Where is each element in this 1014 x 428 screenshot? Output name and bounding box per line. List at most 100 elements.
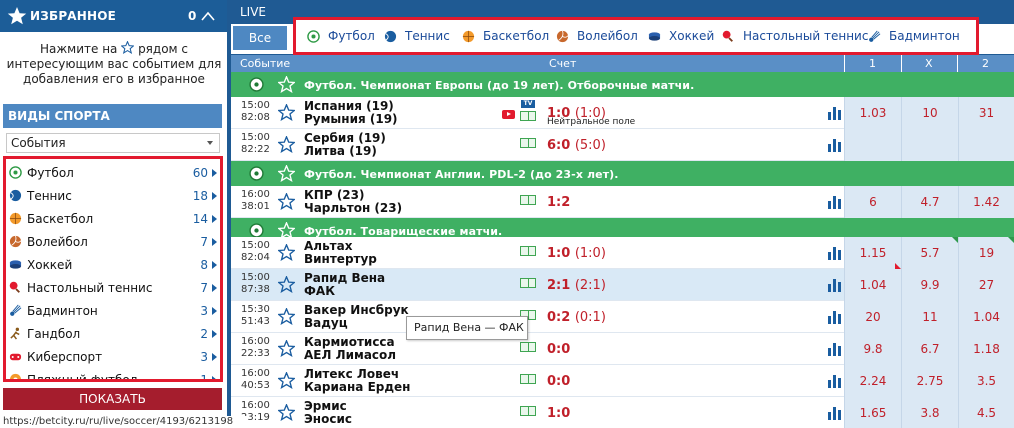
start-time: 16:00 (241, 368, 270, 379)
teams[interactable]: Альтах Винтертур (304, 240, 377, 266)
odd-home[interactable]: 6 (844, 186, 901, 218)
odd-away[interactable]: 31 (958, 97, 1014, 129)
match-time: 15:00 87:38 (241, 272, 270, 296)
all-sports-button[interactable]: Все (233, 26, 287, 50)
teams[interactable]: Кармиотисса АЕЛ Лимасол (304, 336, 396, 362)
odd-draw[interactable] (901, 129, 958, 161)
table-row[interactable]: 15:00 87:38 Рапид Вена ФАК 2:1 (2:1) 1.04 … (231, 269, 1014, 301)
table-row[interactable]: 15:00 82:08 Испания (19) Румыния (19) TV 1… (231, 97, 1014, 129)
table-row[interactable]: 16:00 38:01 КПР (23) Чарльтон (23) 1:2 6 4… (231, 186, 1014, 218)
table-row[interactable]: 15:00 82:04 Альтах Винтертур 1:0 (1:0) 1.1… (231, 237, 1014, 269)
chevron-up-icon[interactable] (200, 9, 216, 23)
star-outline-icon[interactable] (278, 372, 295, 389)
stats-icon[interactable] (827, 405, 842, 420)
stats-icon[interactable] (827, 309, 842, 324)
tv-icon[interactable]: TV (521, 100, 535, 108)
stats-icon[interactable] (827, 137, 842, 152)
sport-item-beach-soccer[interactable]: Пляжный футбол 1 (6, 368, 220, 379)
stats-icon[interactable] (827, 105, 842, 120)
odd-home[interactable] (844, 129, 901, 161)
star-outline-icon[interactable] (278, 136, 295, 153)
odd-away[interactable] (958, 129, 1014, 161)
teams[interactable]: Литекс Ловеч Кариана Ерден (304, 368, 410, 394)
field-icon[interactable] (520, 374, 536, 384)
stats-icon[interactable] (827, 373, 842, 388)
odd-home[interactable]: 1.65 (844, 397, 901, 428)
table-row[interactable]: 15:30 51:43 Вакер Инсбрук Вадуц 0:2 (0:1) … (231, 301, 1014, 333)
chevron-right-icon (212, 376, 217, 379)
odd-home[interactable]: 1.04 (844, 269, 901, 301)
odd-away[interactable]: 1.04 (958, 301, 1014, 333)
stats-icon[interactable] (827, 341, 842, 356)
tab-label: Теннис (405, 29, 450, 43)
sport-item-volleyball[interactable]: Волейбол 7 (6, 230, 220, 253)
sport-item-basketball[interactable]: Баскетбол 14 (6, 207, 220, 230)
star-outline-icon[interactable] (278, 76, 295, 93)
odd-draw[interactable]: 2.75 (901, 365, 958, 397)
sport-item-esports[interactable]: Киберспорт 3 (6, 345, 220, 368)
teams[interactable]: Эрмис Эносис (304, 400, 352, 426)
teams[interactable]: Рапид Вена ФАК (304, 272, 385, 298)
odd-draw[interactable]: 3.8 (901, 397, 958, 428)
team-tooltip: Рапид Вена — ФАК (406, 316, 528, 340)
league-header[interactable]: Футбол. Чемпионат Англии. PDL-2 (до 23-х… (231, 161, 1014, 186)
star-outline-icon[interactable] (278, 340, 295, 357)
video-icon[interactable] (502, 110, 515, 119)
odd-draw[interactable]: 5.7 (901, 237, 958, 269)
favorites-header[interactable]: ИЗБРАННОЕ 0 (0, 0, 228, 32)
badminton-icon (10, 304, 22, 316)
star-outline-icon[interactable] (278, 404, 295, 421)
table-row[interactable]: 16:00 40:53 Литекс Ловеч Кариана Ерден 0:0… (231, 365, 1014, 397)
field-icon[interactable] (520, 195, 536, 205)
odd-home[interactable]: 1.03 (844, 97, 901, 129)
star-outline-icon[interactable] (278, 308, 295, 325)
field-icon[interactable] (520, 111, 536, 121)
odd-away[interactable]: 19 (958, 237, 1014, 269)
sport-item-tennis[interactable]: Теннис 18 (6, 184, 220, 207)
teams[interactable]: Сербия (19) Литва (19) (304, 132, 386, 158)
field-icon[interactable] (520, 406, 536, 416)
odd-away[interactable]: 3.5 (958, 365, 1014, 397)
events-select[interactable]: События (6, 133, 220, 153)
elapsed-time: 82:22 (241, 144, 270, 155)
star-outline-icon[interactable] (278, 165, 295, 182)
teams[interactable]: Испания (19) Румыния (19) (304, 100, 398, 126)
odd-draw[interactable]: 10 (901, 97, 958, 129)
teams[interactable]: КПР (23) Чарльтон (23) (304, 189, 402, 215)
odd-home[interactable]: 20 (844, 301, 901, 333)
table-row[interactable]: 16:00 22:33 Кармиотисса АЕЛ Лимасол 0:0 9.… (231, 333, 1014, 365)
sport-item-table-tennis[interactable]: Настольный теннис 7 (6, 276, 220, 299)
star-outline-icon[interactable] (278, 193, 295, 210)
odd-away[interactable]: 4.5 (958, 397, 1014, 428)
odd-home[interactable]: 1.15 (844, 237, 901, 269)
sport-item-hockey[interactable]: Хоккей 8 (6, 253, 220, 276)
table-row[interactable]: 16:00 23:19 Эрмис Эносис 1:0 1.65 3.8 4.5 (231, 397, 1014, 428)
odd-away[interactable]: 27 (958, 269, 1014, 301)
stats-icon[interactable] (827, 277, 842, 292)
show-button[interactable]: ПОКАЗАТЬ (3, 388, 222, 410)
field-icon[interactable] (520, 278, 536, 288)
odd-draw[interactable]: 4.7 (901, 186, 958, 218)
odd-away[interactable]: 1.18 (958, 333, 1014, 365)
odd-home[interactable]: 2.24 (844, 365, 901, 397)
table-row[interactable]: 15:00 82:22 Сербия (19) Литва (19) 6:0 (5:… (231, 129, 1014, 161)
odd-home[interactable]: 9.8 (844, 333, 901, 365)
sport-item-handball[interactable]: Гандбол 2 (6, 322, 220, 345)
stats-icon[interactable] (827, 194, 842, 209)
odd-draw[interactable]: 9.9 (901, 269, 958, 301)
status-bar-url: https://betcity.ru/ru/live/soccer/4193/6… (0, 416, 248, 428)
stats-icon[interactable] (827, 245, 842, 260)
odd-draw[interactable]: 11 (901, 301, 958, 333)
league-header[interactable]: Футбол. Чемпионат Европы (до 19 лет). От… (231, 72, 1014, 97)
star-outline-icon[interactable] (278, 276, 295, 293)
odd-draw[interactable]: 6.7 (901, 333, 958, 365)
teams[interactable]: Вакер Инсбрук Вадуц (304, 304, 409, 330)
odd-away[interactable]: 1.42 (958, 186, 1014, 218)
sport-item-football[interactable]: Футбол 60 (6, 161, 220, 184)
field-icon[interactable] (520, 342, 536, 352)
star-outline-icon[interactable] (278, 244, 295, 261)
field-icon[interactable] (520, 138, 536, 148)
field-icon[interactable] (520, 246, 536, 256)
star-outline-icon[interactable] (278, 104, 295, 121)
sport-item-badminton[interactable]: Бадминтон 3 (6, 299, 220, 322)
